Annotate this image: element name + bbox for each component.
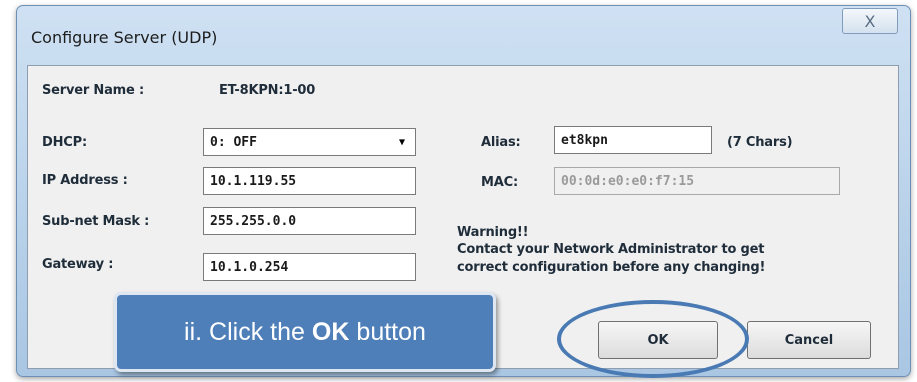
- dialog-title: Configure Server (UDP): [31, 28, 218, 47]
- instruction-callout: ii. Click the OK button: [114, 292, 496, 372]
- ip-address-label: IP Address :: [42, 173, 128, 188]
- close-button[interactable]: X: [842, 8, 898, 34]
- warning-line-2: correct configuration before any changin…: [457, 260, 766, 275]
- dhcp-label: DHCP:: [42, 135, 87, 150]
- alias-char-hint: (7 Chars): [727, 135, 793, 150]
- mac-label: MAC:: [481, 175, 518, 190]
- callout-suffix: button: [356, 317, 426, 346]
- ok-highlight-ellipse: [557, 300, 749, 378]
- dhcp-select[interactable]: 0: OFF ▼: [203, 128, 416, 156]
- alias-label: Alias:: [481, 135, 521, 150]
- dhcp-select-value: 0: OFF: [210, 135, 257, 150]
- gateway-field[interactable]: 10.1.0.254: [203, 253, 416, 281]
- callout-prefix: ii. Click the: [184, 317, 305, 346]
- close-icon: X: [864, 11, 876, 31]
- ip-address-field[interactable]: 10.1.119.55: [203, 167, 416, 195]
- callout-bold: OK: [311, 317, 350, 346]
- server-name-value: ET-8KPN:1-00: [219, 83, 316, 98]
- warning-line-1: Contact your Network Administrator to ge…: [457, 242, 765, 257]
- mac-field: 00:0d:e0:e0:f7:15: [554, 167, 840, 195]
- warning-title: Warning!!: [457, 225, 529, 240]
- subnet-mask-field[interactable]: 255.255.0.0: [203, 207, 416, 235]
- subnet-mask-label: Sub-net Mask :: [42, 214, 150, 229]
- chevron-down-icon[interactable]: ▼: [391, 131, 413, 153]
- gateway-label: Gateway :: [42, 257, 114, 272]
- server-name-label: Server Name :: [42, 83, 144, 98]
- alias-field[interactable]: et8kpn: [554, 126, 712, 154]
- cancel-button[interactable]: Cancel: [747, 321, 871, 359]
